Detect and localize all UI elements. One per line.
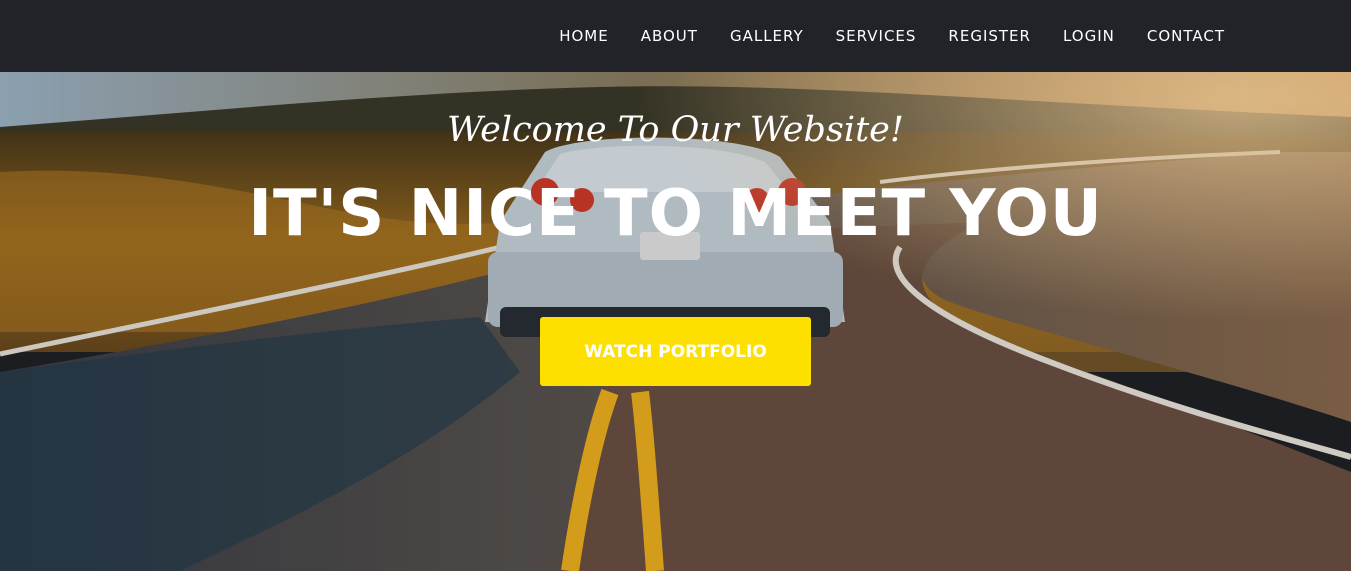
nav-item-register[interactable]: REGISTER (948, 27, 1031, 45)
hero-subtitle: Welcome To Our Website! (447, 110, 904, 150)
nav-item-login[interactable]: LOGIN (1063, 27, 1115, 45)
nav-item-home[interactable]: HOME (559, 27, 609, 45)
nav-menu: HOME ABOUT GALLERY SERVICES REGISTER LOG… (559, 0, 1225, 72)
hero-title: IT'S NICE TO MEET YOU (248, 177, 1103, 251)
nav-item-gallery[interactable]: GALLERY (730, 27, 804, 45)
navbar: HOME ABOUT GALLERY SERVICES REGISTER LOG… (0, 0, 1351, 72)
watch-portfolio-button[interactable]: WATCH PORTFOLIO (540, 317, 811, 386)
nav-item-services[interactable]: SERVICES (836, 27, 917, 45)
hero-section: Welcome To Our Website! IT'S NICE TO MEE… (0, 72, 1351, 571)
nav-item-contact[interactable]: CONTACT (1147, 27, 1225, 45)
nav-item-about[interactable]: ABOUT (641, 27, 698, 45)
